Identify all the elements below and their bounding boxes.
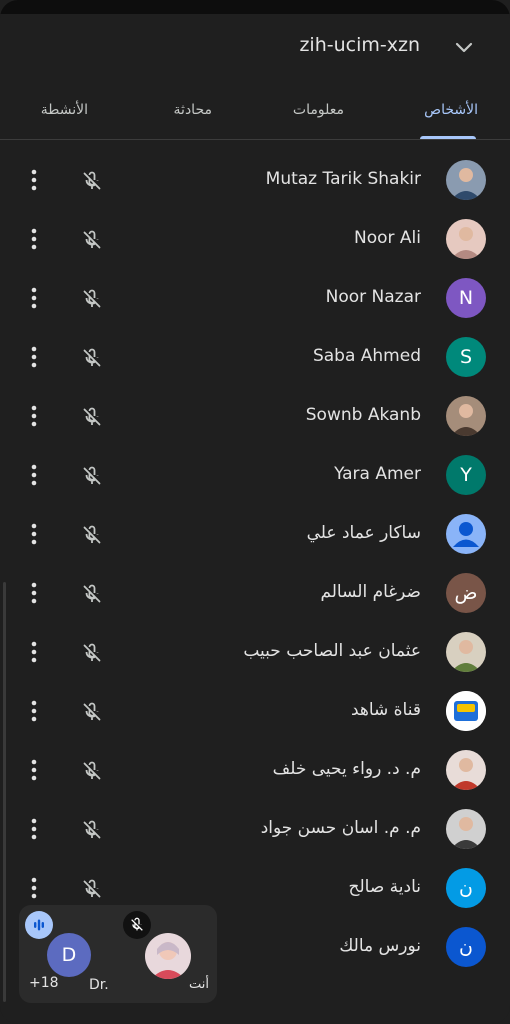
- scrollbar[interactable]: [3, 582, 6, 1002]
- audio-level-icon: [25, 911, 53, 939]
- participant-name: ضرغام السالم: [320, 582, 421, 602]
- tab-info[interactable]: معلومات: [293, 102, 344, 118]
- mic-off-icon: [83, 643, 101, 662]
- speaker-avatar: D: [47, 933, 91, 977]
- participant-avatar: N: [446, 278, 486, 318]
- participant-name: نادية صالح: [348, 877, 422, 897]
- participant-avatar: [446, 809, 486, 849]
- participant-avatar: S: [446, 337, 486, 377]
- other-participants-count: +18: [29, 975, 59, 991]
- participant-name: قناة شاهد: [350, 700, 421, 720]
- mic-off-icon: [83, 289, 101, 308]
- participant-avatar: [446, 691, 486, 731]
- participant-name: Noor Ali: [354, 228, 421, 248]
- participant-avatar: [446, 219, 486, 259]
- participant-name: Noor Nazar: [325, 287, 421, 307]
- more-vert-icon[interactable]: [22, 462, 46, 488]
- participant-row[interactable]: ض ضرغام السالم: [0, 564, 510, 623]
- participant-name: نورس مالك: [339, 936, 421, 956]
- participant-row[interactable]: Mutaz Tarik Shakir: [0, 151, 510, 210]
- participant-avatar: Y: [446, 455, 486, 495]
- more-vert-icon[interactable]: [22, 875, 46, 901]
- participant-avatar: [446, 396, 486, 436]
- more-vert-icon[interactable]: [22, 698, 46, 724]
- participant-name: Sownb Akanb: [305, 405, 421, 425]
- panel-header: zih-ucim-xzn: [0, 14, 510, 82]
- participant-name: Saba Ahmed: [312, 346, 421, 366]
- more-vert-icon[interactable]: [22, 816, 46, 842]
- participant-row[interactable]: قناة شاهد: [0, 682, 510, 741]
- participants-panel: zih-ucim-xzn الأشخاص معلومات محادثة الأن…: [0, 0, 510, 1024]
- participant-row[interactable]: Y Yara Amer: [0, 446, 510, 505]
- mic-off-icon: [83, 584, 101, 603]
- mic-off-icon: [83, 466, 101, 485]
- self-view-tile[interactable]: D +18 Dr. أنت: [19, 905, 217, 1003]
- mic-off-icon: [83, 230, 101, 249]
- more-vert-icon[interactable]: [22, 521, 46, 547]
- participant-name: م. د. رواء يحيى خلف: [272, 759, 421, 779]
- participant-row[interactable]: Noor Ali: [0, 210, 510, 269]
- mic-off-icon: [83, 761, 101, 780]
- participant-avatar: ض: [446, 573, 486, 613]
- mic-off-icon: [123, 911, 151, 939]
- meeting-code: zih-ucim-xzn: [299, 34, 420, 56]
- participant-avatar: [446, 160, 486, 200]
- more-vert-icon[interactable]: [22, 403, 46, 429]
- participant-row[interactable]: م. م. اسان حسن جواد: [0, 800, 510, 859]
- status-bar: [0, 0, 510, 14]
- participant-name: م. م. اسان حسن جواد: [260, 818, 421, 838]
- participant-name: ساكار عماد علي: [306, 523, 421, 543]
- more-vert-icon[interactable]: [22, 639, 46, 665]
- mic-off-icon: [83, 820, 101, 839]
- participant-row[interactable]: عثمان عبد الصاحب حبيب: [0, 623, 510, 682]
- participant-row[interactable]: S Saba Ahmed: [0, 328, 510, 387]
- participant-row[interactable]: ساكار عماد علي: [0, 505, 510, 564]
- tab-bar: الأشخاص معلومات محادثة الأنشطة: [0, 86, 510, 140]
- mic-off-icon: [83, 525, 101, 544]
- participant-avatar: [446, 632, 486, 672]
- participant-name: عثمان عبد الصاحب حبيب: [243, 641, 421, 661]
- tab-activities[interactable]: الأنشطة: [41, 102, 88, 118]
- active-tab-indicator: [420, 136, 476, 139]
- more-vert-icon[interactable]: [22, 757, 46, 783]
- participant-name: Mutaz Tarik Shakir: [265, 169, 421, 189]
- self-label: أنت: [189, 977, 209, 992]
- tab-people[interactable]: الأشخاص: [424, 102, 478, 118]
- participant-name: Yara Amer: [334, 464, 421, 484]
- participant-row[interactable]: م. د. رواء يحيى خلف: [0, 741, 510, 800]
- more-vert-icon[interactable]: [22, 344, 46, 370]
- mic-off-icon: [83, 407, 101, 426]
- more-vert-icon[interactable]: [22, 226, 46, 252]
- more-vert-icon[interactable]: [22, 167, 46, 193]
- more-vert-icon[interactable]: [22, 285, 46, 311]
- participant-row[interactable]: Sownb Akanb: [0, 387, 510, 446]
- more-vert-icon[interactable]: [22, 580, 46, 606]
- mic-off-icon: [83, 702, 101, 721]
- participant-avatar: [446, 514, 486, 554]
- participant-row[interactable]: N Noor Nazar: [0, 269, 510, 328]
- mic-off-icon: [83, 879, 101, 898]
- participant-avatar: ن: [446, 927, 486, 967]
- mic-off-icon: [83, 348, 101, 367]
- mic-off-icon: [83, 171, 101, 190]
- tab-chat[interactable]: محادثة: [174, 102, 212, 118]
- participant-avatar: [446, 750, 486, 790]
- self-avatar: [145, 933, 191, 979]
- chevron-down-icon[interactable]: [452, 36, 476, 60]
- participant-avatar: ن: [446, 868, 486, 908]
- speaker-name: Dr.: [89, 977, 109, 993]
